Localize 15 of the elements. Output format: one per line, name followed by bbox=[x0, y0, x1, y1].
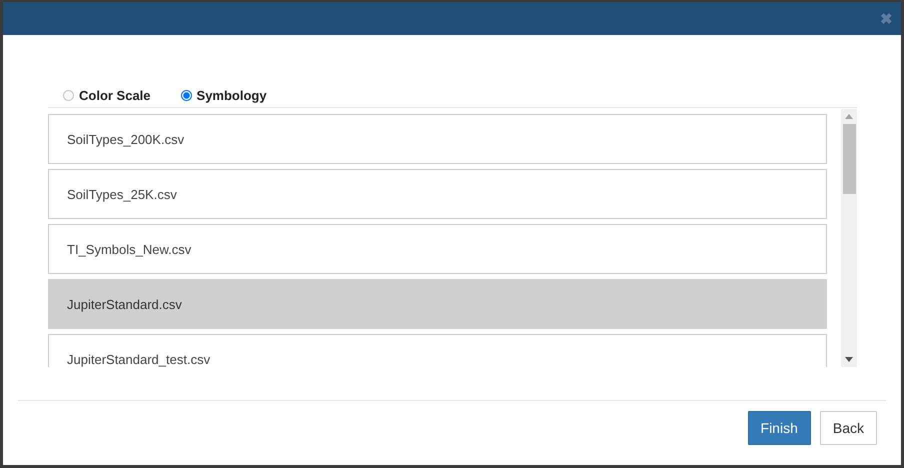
scroll-down-icon[interactable] bbox=[845, 357, 853, 362]
radio-label[interactable]: Color Scale bbox=[79, 88, 151, 102]
back-button[interactable]: Back bbox=[820, 411, 877, 445]
radio-label[interactable]: Symbology bbox=[196, 88, 267, 102]
file-list-item[interactable]: JupiterStandard_test.csv bbox=[48, 334, 827, 367]
radio-button[interactable] bbox=[180, 90, 192, 100]
file-list-item[interactable]: JupiterStandard.csv bbox=[48, 279, 827, 329]
file-list-item[interactable]: TI_Symbols_New.csv bbox=[48, 224, 827, 274]
scrollbar[interactable] bbox=[841, 109, 857, 367]
radio-button[interactable] bbox=[63, 90, 74, 100]
scrollbar-thumb[interactable] bbox=[842, 124, 856, 194]
file-list-item[interactable]: SoilTypes_25K.csv bbox=[48, 169, 827, 219]
scroll-up-icon[interactable] bbox=[845, 114, 853, 119]
file-list-item[interactable]: SoilTypes_200K.csv bbox=[48, 114, 827, 164]
finish-button[interactable]: Finish bbox=[748, 411, 811, 445]
